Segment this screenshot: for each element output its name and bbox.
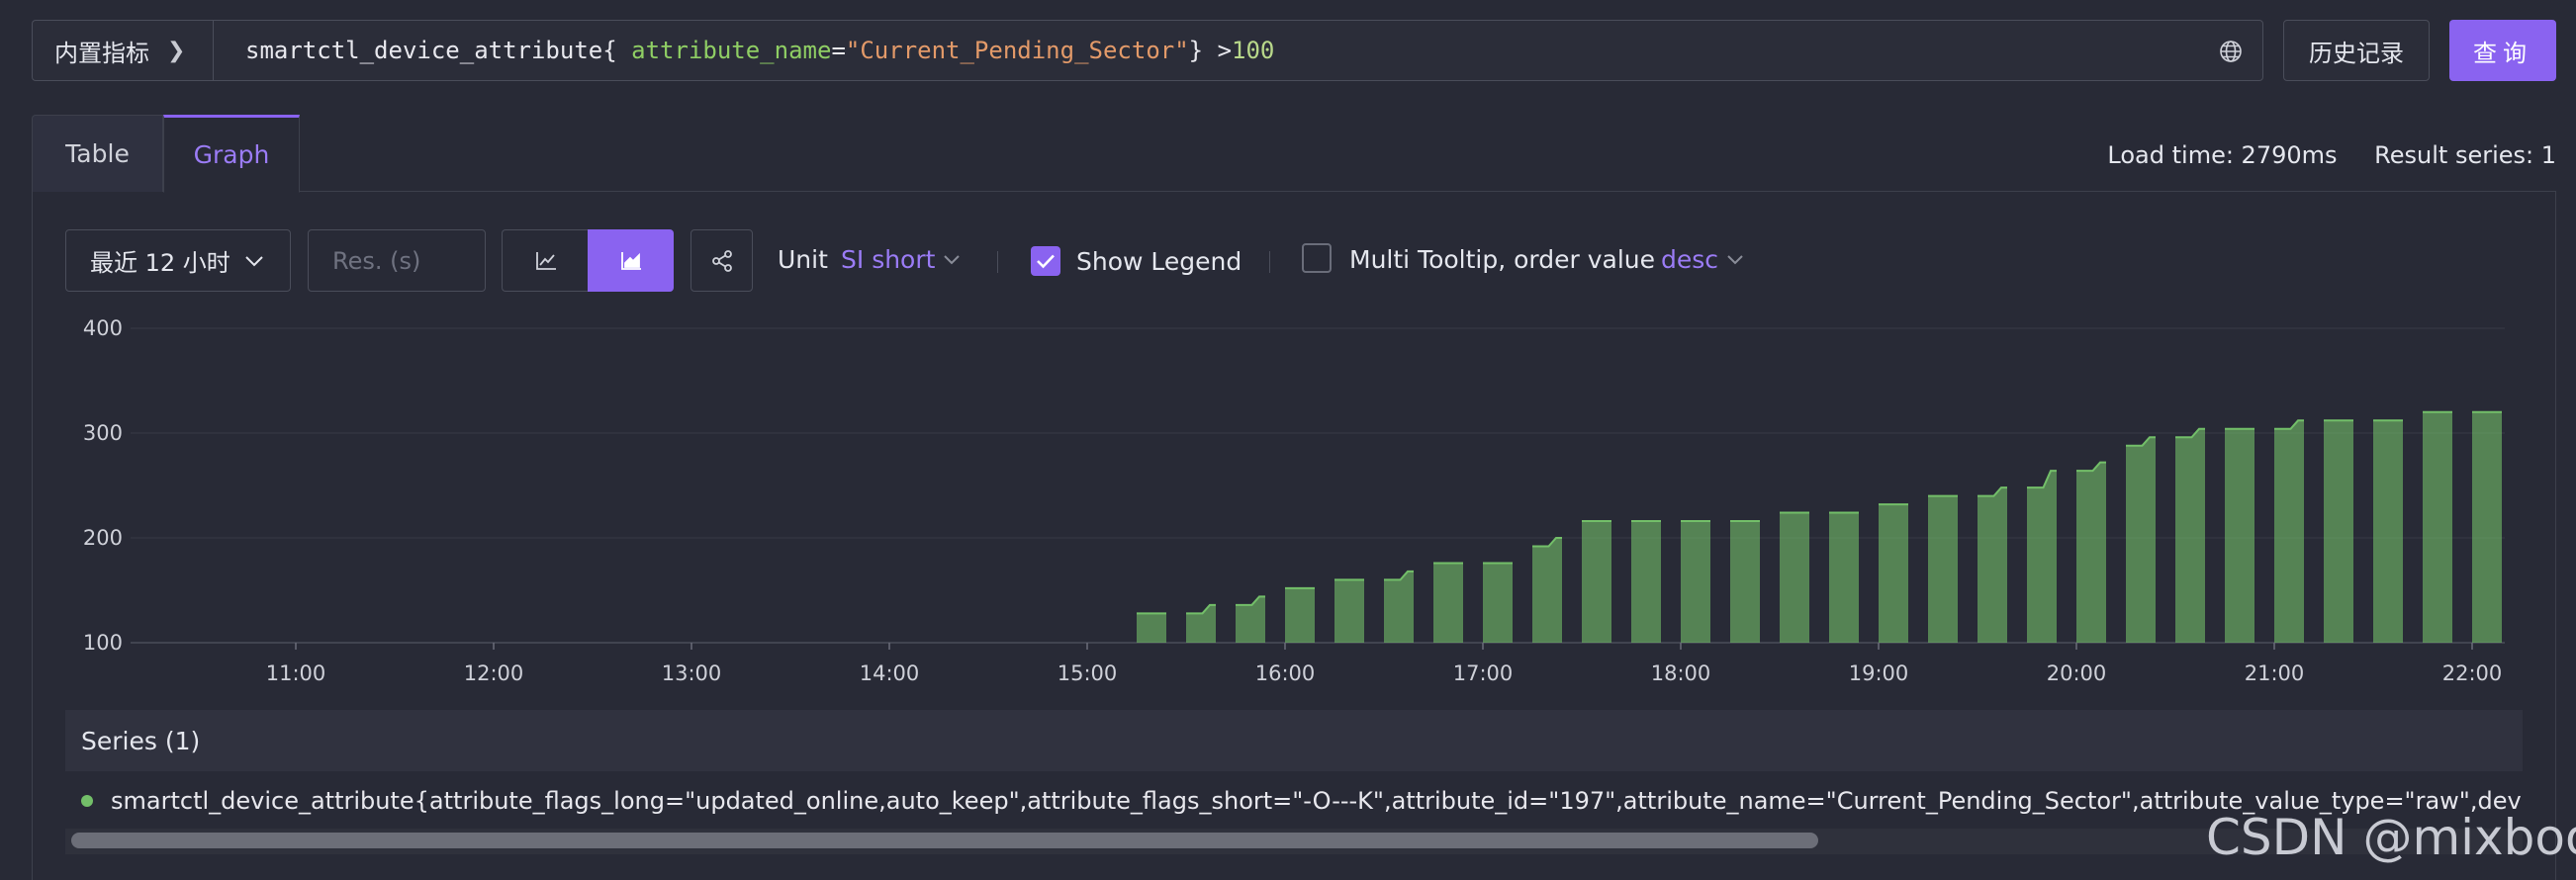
show-legend-label: Show Legend — [1076, 247, 1242, 276]
chevron-right-icon: ❯ — [167, 38, 186, 63]
area-chart-mode-button[interactable] — [588, 229, 674, 292]
resolution-input[interactable] — [308, 229, 486, 292]
share-icon — [711, 249, 732, 272]
line-chart-icon — [535, 251, 556, 270]
builtin-metrics-label: 内置指标 — [54, 39, 149, 67]
toolbar-divider — [997, 251, 998, 273]
toolbar-divider — [1269, 251, 1270, 273]
query-threshold: 100 — [1232, 37, 1275, 64]
show-legend-checkbox[interactable] — [1031, 246, 1060, 276]
area-chart-icon — [620, 251, 641, 270]
unit-label: Unit — [778, 245, 828, 274]
time-range-value: 最近 12 小时 — [90, 249, 230, 277]
promql-query-input[interactable]: smartctl_device_attribute{ attribute_nam… — [213, 20, 2263, 81]
multi-tooltip-label: Multi Tooltip, order value — [1349, 245, 1656, 274]
globe-icon[interactable] — [2219, 40, 2243, 63]
history-button[interactable]: 历史记录 — [2283, 20, 2430, 81]
checkmark-icon — [1037, 254, 1055, 269]
chevron-down-icon — [1727, 255, 1743, 265]
share-button[interactable] — [690, 229, 753, 292]
series-list-header: Series (1) — [65, 710, 2523, 771]
tab-graph[interactable]: Graph — [163, 115, 300, 193]
query-label-key: attribute_name — [631, 37, 832, 64]
line-chart-mode-button[interactable] — [502, 229, 589, 292]
query-label-value: "Current_Pending_Sector" — [845, 37, 1189, 64]
builtin-metrics-button[interactable]: 内置指标 ❯ — [32, 20, 214, 81]
query-eq: = — [831, 37, 846, 64]
load-time: Load time: 2790ms — [2107, 141, 2338, 169]
unit-select[interactable]: SI short — [841, 245, 961, 274]
watermark: CSDN @mixboot — [2206, 809, 2576, 866]
series-color-dot — [81, 795, 93, 807]
chevron-down-icon — [944, 255, 961, 265]
query-stats: Load time: 2790ms Result series: 1 — [2077, 141, 2556, 169]
scrollbar-thumb[interactable] — [71, 833, 1818, 848]
unit-value: SI short — [841, 245, 936, 274]
query-button[interactable]: 查询 — [2449, 20, 2556, 81]
query-close: } > — [1188, 37, 1233, 64]
multi-tooltip-checkbox[interactable] — [1302, 243, 1332, 273]
chevron-down-icon — [245, 255, 263, 266]
order-value-select[interactable]: desc — [1661, 245, 1744, 274]
order-value: desc — [1661, 245, 1719, 274]
series-label: smartctl_device_attribute{attribute_flag… — [111, 787, 2523, 815]
result-series-count: Result series: 1 — [2374, 141, 2556, 169]
query-metric: smartctl_device_attribute{ — [245, 37, 632, 64]
tab-table[interactable]: Table — [32, 115, 163, 192]
time-range-select[interactable]: 最近 12 小时 — [65, 229, 291, 292]
series-list-item[interactable]: smartctl_device_attribute{attribute_flag… — [65, 773, 2523, 829]
